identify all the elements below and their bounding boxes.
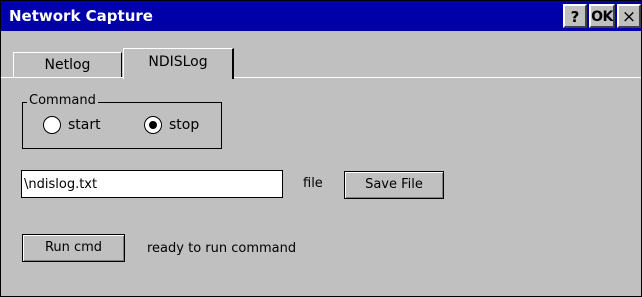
radio-stop[interactable]: stop	[144, 116, 214, 136]
help-button[interactable]: ?	[563, 4, 587, 28]
tab-ndislog[interactable]: NDISLog	[123, 48, 234, 79]
tab-netlog[interactable]: Netlog	[13, 52, 122, 78]
tab-divider	[1, 77, 123, 78]
radio-stop-circle[interactable]	[144, 116, 162, 134]
radio-start[interactable]: start	[43, 116, 123, 136]
tab-divider	[234, 77, 641, 78]
window-title: Network Capture	[9, 7, 153, 25]
network-capture-window: Network Capture ? OK × Netlog NDISLog Co…	[0, 0, 642, 297]
file-path-input[interactable]	[21, 170, 283, 198]
file-label: file	[303, 176, 323, 191]
tab-strip: Netlog NDISLog	[1, 31, 641, 79]
run-cmd-button[interactable]: Run cmd	[22, 234, 125, 262]
save-file-button[interactable]: Save File	[344, 171, 444, 199]
ok-button[interactable]: OK	[589, 4, 615, 28]
status-text: ready to run command	[147, 241, 297, 256]
title-bar: Network Capture ? OK ×	[1, 1, 641, 31]
radio-start-label: start	[68, 117, 101, 133]
radio-stop-label: stop	[169, 117, 200, 133]
close-button[interactable]: ×	[617, 4, 641, 28]
radio-selected-dot	[149, 121, 157, 129]
radio-start-circle[interactable]	[43, 116, 61, 134]
command-group-legend: Command	[27, 93, 98, 108]
